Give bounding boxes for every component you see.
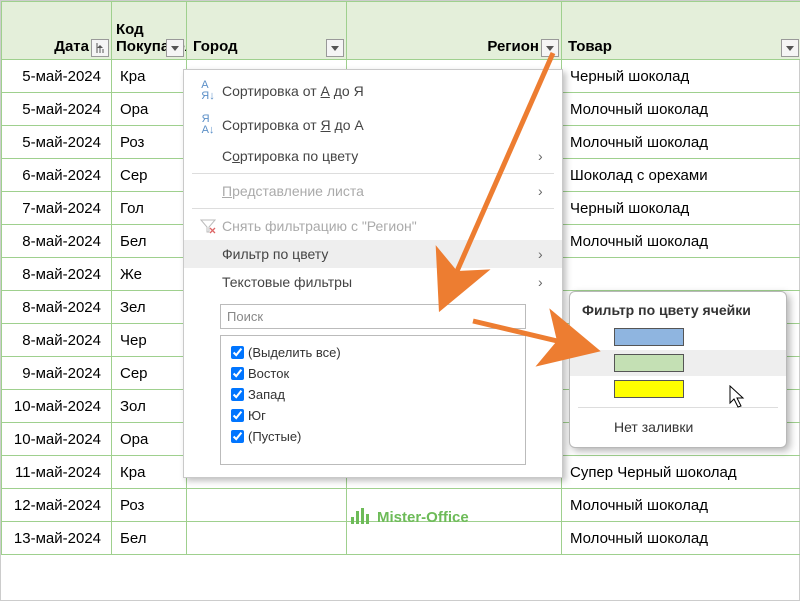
submenu-title: Фильтр по цвету ячейки: [570, 298, 786, 324]
check-empty[interactable]: (Пустые): [227, 426, 519, 447]
cell-date[interactable]: 7-май-2024: [2, 192, 112, 225]
cell-region[interactable]: [347, 522, 562, 555]
color-option-green[interactable]: [570, 350, 786, 376]
cell-date[interactable]: 8-май-2024: [2, 258, 112, 291]
filter-dropdown-region[interactable]: [541, 39, 559, 57]
cell-date[interactable]: 5-май-2024: [2, 93, 112, 126]
cell-buyer[interactable]: Зол: [112, 390, 187, 423]
filter-by-cell-color-submenu: Фильтр по цвету ячейки Нет заливки: [569, 291, 787, 448]
filter-dropdown-city[interactable]: [326, 39, 344, 57]
check-select-all[interactable]: (Выделить все): [227, 342, 519, 363]
cell-buyer[interactable]: Роз: [112, 126, 187, 159]
cell-buyer[interactable]: Зел: [112, 291, 187, 324]
cell-date[interactable]: 13-май-2024: [2, 522, 112, 555]
chevron-right-icon: ›: [538, 274, 552, 290]
cell-goods[interactable]: Черный шоколад: [562, 192, 800, 225]
cell-buyer[interactable]: Гол: [112, 192, 187, 225]
cell-goods[interactable]: Шоколад с орехами: [562, 159, 800, 192]
cell-goods[interactable]: Молочный шоколад: [562, 93, 800, 126]
cell-goods[interactable]: Супер Черный шоколад: [562, 456, 800, 489]
color-option-yellow[interactable]: [570, 376, 786, 402]
color-option-blue[interactable]: [570, 324, 786, 350]
filter-context-menu: АЯ↓ Сортировка от А до Я ЯА↓ Сортировка …: [183, 69, 563, 478]
table-row: 13-май-2024Бел Молочный шоколад: [2, 522, 800, 555]
chevron-right-icon: ›: [538, 246, 552, 262]
filter-search-input[interactable]: Поиск: [220, 304, 526, 329]
cell-city[interactable]: [187, 489, 347, 522]
cell-date[interactable]: 5-май-2024: [2, 60, 112, 93]
chevron-right-icon: ›: [538, 148, 552, 164]
cell-buyer[interactable]: Чер: [112, 324, 187, 357]
filter-values-list[interactable]: (Выделить все) Восток Запад Юг (Пустые): [220, 335, 526, 465]
filter-dropdown-goods[interactable]: [781, 39, 799, 57]
header-city[interactable]: Город: [187, 2, 347, 60]
clear-filter-icon: [194, 218, 222, 234]
header-buyer[interactable]: Код Покупателя: [112, 2, 187, 60]
cell-goods[interactable]: Молочный шоколад: [562, 126, 800, 159]
menu-sheet-view: Представление листа ›: [184, 177, 562, 205]
cell-date[interactable]: 12-май-2024: [2, 489, 112, 522]
header-row: Дата Код Покупателя Город Регион Товар: [2, 2, 800, 60]
cell-date[interactable]: 8-май-2024: [2, 291, 112, 324]
watermark: Mister-Office: [351, 508, 469, 526]
cursor-icon: [729, 385, 749, 409]
cell-date[interactable]: 5-май-2024: [2, 126, 112, 159]
cell-goods[interactable]: Черный шоколад: [562, 60, 800, 93]
cell-goods[interactable]: Молочный шоколад: [562, 225, 800, 258]
cell-date[interactable]: 9-май-2024: [2, 357, 112, 390]
cell-buyer[interactable]: Роз: [112, 489, 187, 522]
menu-sort-za[interactable]: ЯА↓ Сортировка от Я до А: [184, 108, 562, 142]
cell-goods[interactable]: Молочный шоколад: [562, 522, 800, 555]
cell-buyer[interactable]: Кра: [112, 60, 187, 93]
menu-filter-by-color[interactable]: Фильтр по цвету ›: [184, 240, 562, 268]
sort-za-icon: ЯА↓: [194, 114, 222, 136]
cell-date[interactable]: 8-май-2024: [2, 324, 112, 357]
menu-text-filters[interactable]: Текстовые фильтры ›: [184, 268, 562, 296]
check-west[interactable]: Запад: [227, 384, 519, 405]
menu-sort-az[interactable]: АЯ↓ Сортировка от А до Я: [184, 74, 562, 108]
cell-date[interactable]: 6-май-2024: [2, 159, 112, 192]
cell-buyer[interactable]: Сер: [112, 159, 187, 192]
cell-city[interactable]: [187, 522, 347, 555]
cell-buyer[interactable]: Же: [112, 258, 187, 291]
cell-buyer[interactable]: Ора: [112, 423, 187, 456]
filter-dropdown-date[interactable]: [91, 39, 109, 57]
cell-date[interactable]: 10-май-2024: [2, 423, 112, 456]
check-south[interactable]: Юг: [227, 405, 519, 426]
filter-dropdown-buyer[interactable]: [166, 39, 184, 57]
header-region[interactable]: Регион: [347, 2, 562, 60]
menu-clear-filter: Снять фильтрацию с "Регион": [184, 212, 562, 240]
header-goods[interactable]: Товар: [562, 2, 800, 60]
sort-az-icon: АЯ↓: [194, 80, 222, 102]
cell-buyer[interactable]: Бел: [112, 522, 187, 555]
cell-date[interactable]: 8-май-2024: [2, 225, 112, 258]
header-date[interactable]: Дата: [2, 2, 112, 60]
check-east[interactable]: Восток: [227, 363, 519, 384]
cell-buyer[interactable]: Сер: [112, 357, 187, 390]
watermark-icon: [351, 508, 373, 526]
cell-date[interactable]: 11-май-2024: [2, 456, 112, 489]
cell-goods[interactable]: Молочный шоколад: [562, 489, 800, 522]
cell-goods[interactable]: [562, 258, 800, 291]
menu-sort-color[interactable]: Сортировка по цвету ›: [184, 142, 562, 170]
cell-buyer[interactable]: Ора: [112, 93, 187, 126]
no-fill-option[interactable]: Нет заливки: [570, 413, 786, 439]
cell-buyer[interactable]: Бел: [112, 225, 187, 258]
cell-date[interactable]: 10-май-2024: [2, 390, 112, 423]
cell-buyer[interactable]: Кра: [112, 456, 187, 489]
